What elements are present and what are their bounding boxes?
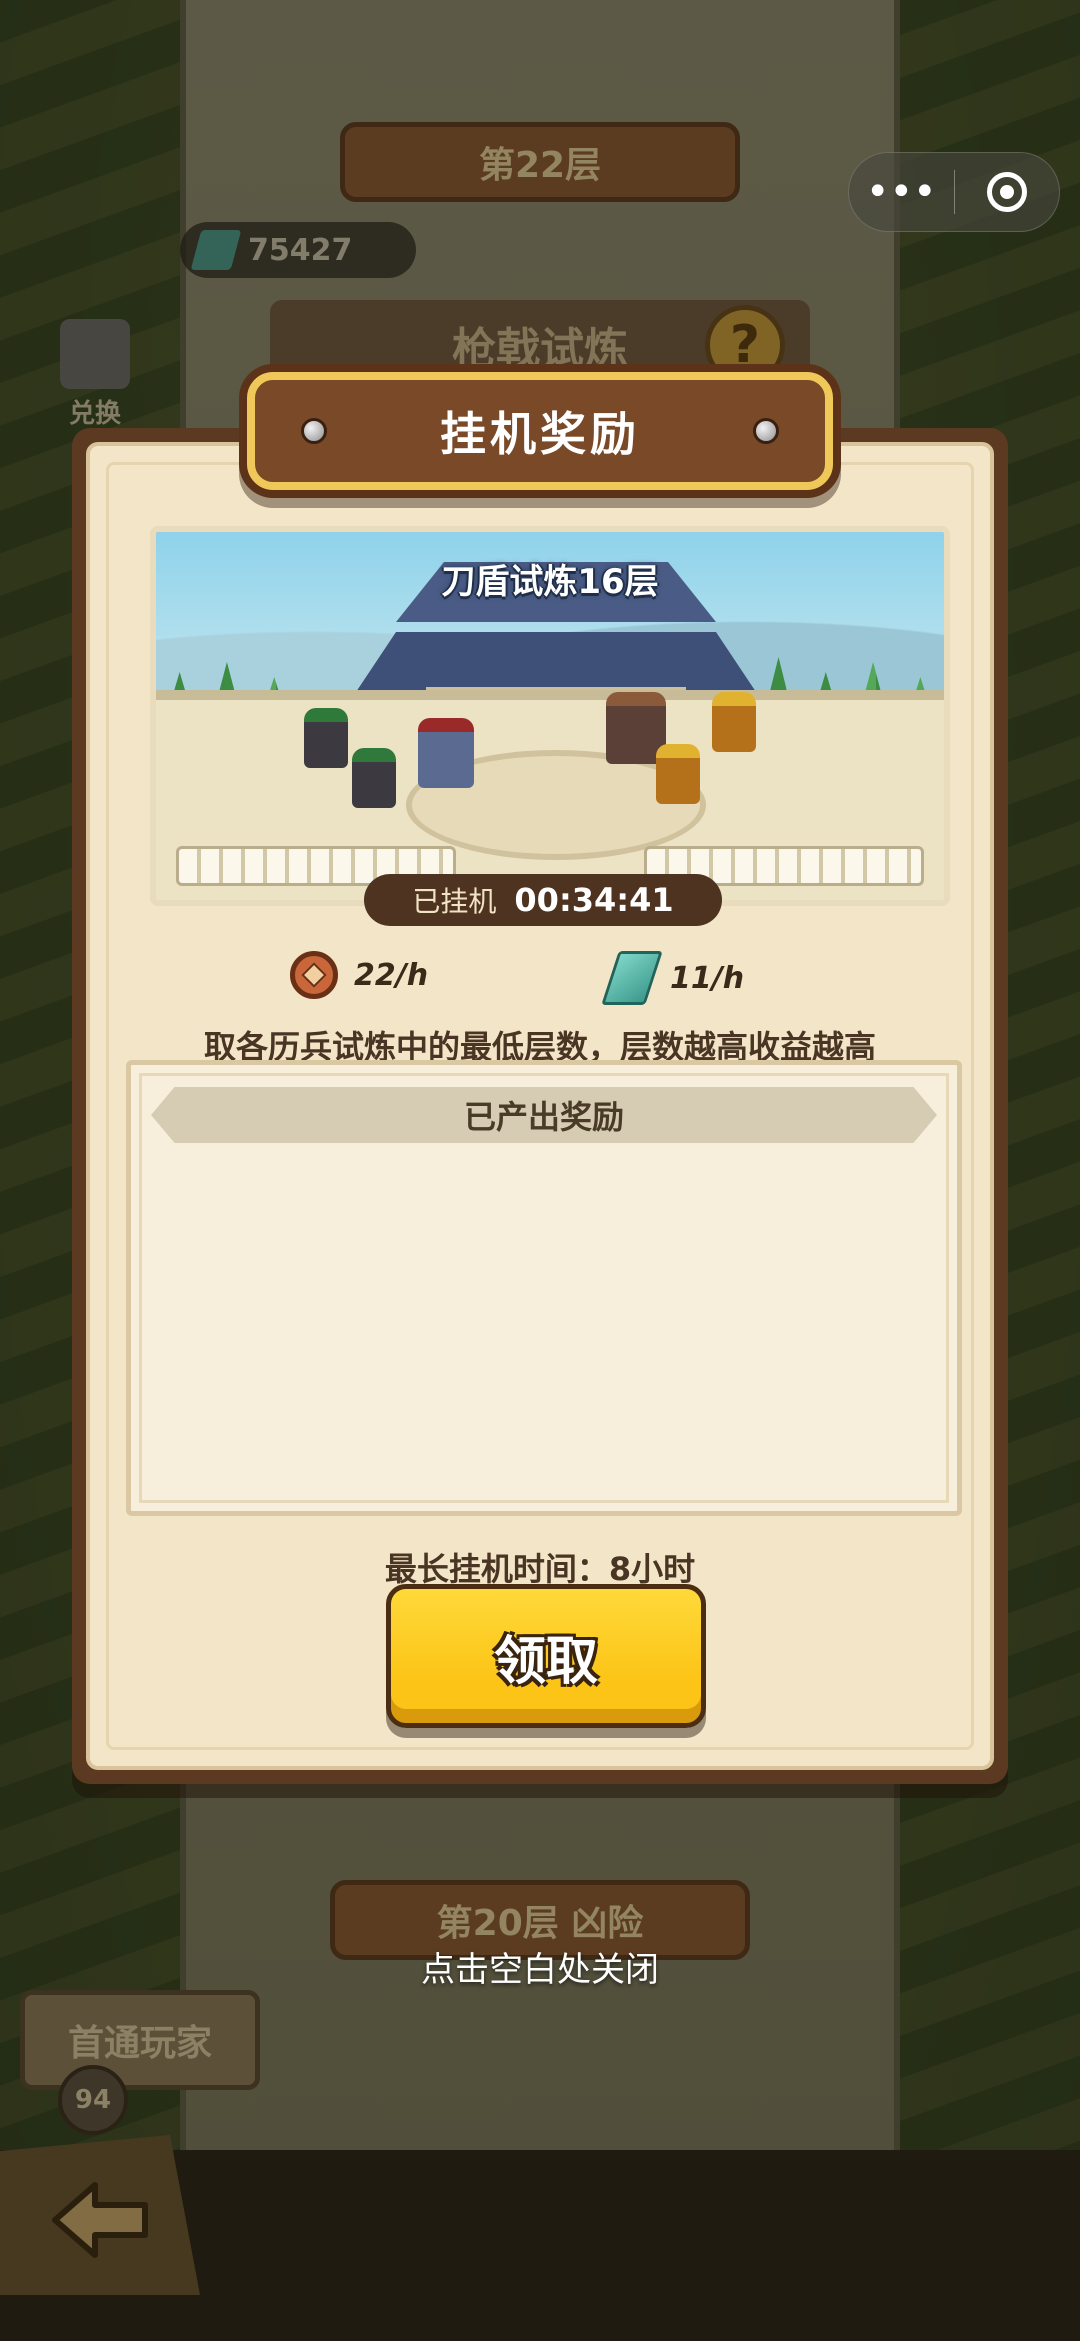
- jade-rate-value: 11/h: [670, 960, 745, 996]
- more-icon[interactable]: •••: [849, 153, 954, 231]
- close-miniprogram-button[interactable]: [955, 153, 1060, 231]
- jade-rate: 11/h: [601, 951, 745, 1005]
- claim-button[interactable]: 领取: [386, 1584, 706, 1728]
- battle-scene: 刀盾试炼16层: [150, 526, 950, 906]
- enemy-soldier: [656, 744, 700, 804]
- income-rates: 22/h 11/h: [90, 951, 990, 1011]
- coin-rate-value: 22/h: [354, 957, 429, 993]
- idle-timer-value: 00:34:41: [514, 881, 674, 919]
- idle-reward-dialog: 刀盾试炼16层 已挂机 00:34:41 22/h 11/h 取各历兵试炼中的最…: [72, 428, 1008, 1784]
- rivet-icon: [301, 418, 327, 444]
- scene-ground: [156, 690, 944, 900]
- coin-rate: 22/h: [290, 951, 428, 999]
- ally-cavalry: [352, 748, 396, 808]
- rivet-icon: [753, 418, 779, 444]
- dialog-title-plate: 挂机奖励: [247, 372, 833, 490]
- coin-icon: [290, 951, 338, 999]
- jade-icon: [601, 951, 663, 1005]
- enemy-soldier: [712, 692, 756, 752]
- produced-rewards-header: 已产出奖励: [151, 1087, 937, 1143]
- tap-to-close-hint: 点击空白处关闭: [421, 1950, 659, 1990]
- dialog-title: 挂机奖励: [440, 407, 640, 461]
- ally-hero: [418, 718, 474, 788]
- stage-label: 刀盾试炼16层: [441, 562, 659, 602]
- miniprogram-capsule: •••: [848, 152, 1060, 232]
- target-icon: [986, 172, 1027, 212]
- ally-cavalry: [304, 708, 348, 768]
- produced-rewards-panel: 已产出奖励: [126, 1060, 962, 1516]
- idle-timer: 已挂机 00:34:41: [364, 874, 722, 926]
- dialog-body: 刀盾试炼16层 已挂机 00:34:41 22/h 11/h 取各历兵试炼中的最…: [86, 442, 994, 1770]
- idle-timer-label: 已挂机: [412, 885, 497, 918]
